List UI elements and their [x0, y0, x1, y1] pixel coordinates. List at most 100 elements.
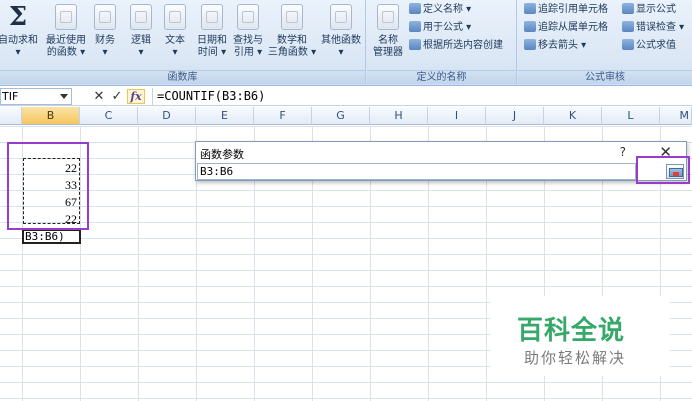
use-in-formula-label: 用于公式 ▾: [423, 22, 472, 33]
recent-label-2: 的函数 ▾: [46, 47, 86, 58]
function-library-group: Σ 自动求和 ▾ 最近使用 的函数 ▾ 财务 ▾ 逻辑 ▾ 文本 ▾ 日期和 时…: [0, 0, 366, 86]
lookup-label: 查找与: [233, 35, 263, 46]
column-header-e[interactable]: E: [196, 107, 254, 125]
active-cell-editor[interactable]: B3:B6): [22, 229, 81, 244]
column-header-k[interactable]: K: [544, 107, 602, 125]
evaluate-formula-icon: [622, 39, 634, 50]
define-name-button[interactable]: 定义名称 ▾: [409, 2, 471, 18]
defined-names-group: 名称 管理器 定义名称 ▾ 用于公式 ▾ 根据所选内容创建 定义的名称: [367, 0, 517, 86]
name-manager-label-2: 管理器: [373, 47, 403, 58]
cancel-icon[interactable]: ✕: [90, 88, 108, 105]
text-dropdown: ▾: [172, 47, 178, 58]
highlight-box-range: [7, 142, 89, 230]
show-formulas-button[interactable]: 显示公式: [622, 2, 676, 18]
name-manager-button[interactable]: 名称 管理器: [371, 2, 405, 66]
sigma-icon: Σ: [8, 2, 28, 32]
watermark-title: 百科全说: [517, 316, 626, 346]
datetime-label-2: 时间 ▾: [197, 47, 227, 58]
trace-precedents-button[interactable]: 追踪引用单元格: [524, 2, 608, 18]
more-functions-dropdown: ▾: [338, 47, 344, 58]
formula-buttons: ✕ ✓ fx: [76, 88, 146, 105]
enter-icon[interactable]: ✓: [108, 88, 126, 105]
evaluate-formula-button[interactable]: 公式求值: [622, 38, 676, 54]
formula-input[interactable]: =COUNTIF(B3:B6): [152, 88, 692, 105]
create-from-selection-icon: [409, 39, 421, 50]
trace-dependents-icon: [524, 21, 536, 32]
error-checking-button[interactable]: 错误检查 ▾: [622, 20, 684, 36]
function-library-label: 函数库: [0, 70, 365, 84]
logical-dropdown: ▾: [138, 47, 144, 58]
watermark-logo: 百科全说 助你轻松解决: [490, 296, 670, 376]
highlight-box-expand: [636, 156, 690, 184]
financial-dropdown: ▾: [102, 47, 108, 58]
formula-auditing-group: 追踪引用单元格 追踪从属单元格 移去箭头 ▾ 显示公式 错误检查 ▾ 公式求值 …: [518, 0, 692, 86]
column-header-g[interactable]: G: [312, 107, 370, 125]
column-header-m[interactable]: M: [660, 107, 692, 125]
recent-label: 最近使用: [46, 35, 86, 46]
insert-function-icon[interactable]: fx: [127, 89, 145, 104]
text-label: 文本: [165, 35, 185, 46]
column-header-f[interactable]: F: [254, 107, 312, 125]
theta-icon: [281, 4, 303, 30]
recent-functions-button[interactable]: 最近使用 的函数 ▾: [42, 2, 90, 66]
formula-auditing-label: 公式审核: [518, 70, 692, 84]
trace-precedents-icon: [524, 3, 536, 14]
column-header-i[interactable]: I: [428, 107, 486, 125]
formula-bar: TIF ✕ ✓ fx =COUNTIF(B3:B6): [0, 87, 692, 106]
function-arguments-dialog: 函数参数 ? ✕ B3:B6: [195, 141, 687, 181]
text-functions-icon: [164, 4, 186, 30]
create-from-selection-button[interactable]: 根据所选内容创建: [409, 38, 503, 54]
text-functions-button[interactable]: 文本 ▾: [162, 2, 188, 66]
column-header-h[interactable]: H: [370, 107, 428, 125]
dialog-title: 函数参数: [200, 148, 244, 161]
math-label: 数学和: [277, 35, 307, 46]
column-header-j[interactable]: J: [486, 107, 544, 125]
error-checking-label: 错误检查 ▾: [636, 22, 685, 33]
autosum-dropdown: ▾: [15, 47, 21, 58]
name-box-value: TIF: [2, 90, 19, 103]
datetime-button[interactable]: 日期和 时间 ▾: [194, 2, 230, 66]
financial-label: 财务: [95, 35, 115, 46]
recent-functions-icon: [55, 4, 77, 30]
name-manager-icon: [377, 4, 399, 30]
financial-button[interactable]: 财务 ▾: [92, 2, 118, 66]
show-formulas-icon: [622, 3, 634, 14]
evaluate-formula-label: 公式求值: [636, 40, 676, 51]
row-header-corner[interactable]: [0, 107, 22, 125]
chevron-down-icon[interactable]: [60, 94, 68, 99]
lookup-label-2: 引用 ▾: [233, 47, 263, 58]
use-in-formula-button[interactable]: 用于公式 ▾: [409, 20, 471, 36]
column-header-d[interactable]: D: [138, 107, 196, 125]
logical-label: 逻辑: [131, 35, 151, 46]
remove-arrows-button[interactable]: 移去箭头 ▾: [524, 38, 586, 54]
name-manager-label: 名称: [378, 35, 398, 46]
logical-button[interactable]: 逻辑 ▾: [128, 2, 154, 66]
column-header-l[interactable]: L: [602, 107, 660, 125]
remove-arrows-label: 移去箭头 ▾: [538, 40, 587, 51]
books-icon: [330, 4, 352, 30]
trace-dependents-label: 追踪从属单元格: [538, 22, 608, 33]
more-functions-label: 其他函数: [321, 35, 361, 46]
more-functions-button[interactable]: 其他函数 ▾: [318, 2, 364, 66]
math-label-2: 三角函数 ▾: [267, 47, 317, 58]
create-from-selection-label: 根据所选内容创建: [423, 40, 503, 51]
column-header-c[interactable]: C: [80, 107, 138, 125]
lookup-reference-button[interactable]: 查找与 引用 ▾: [230, 2, 266, 66]
datetime-label: 日期和: [197, 35, 227, 46]
defined-names-label: 定义的名称: [367, 70, 516, 84]
column-header-b[interactable]: B: [22, 107, 80, 125]
remove-arrows-icon: [524, 39, 536, 50]
math-trig-button[interactable]: 数学和 三角函数 ▾: [266, 2, 318, 66]
name-box[interactable]: TIF: [0, 88, 72, 105]
use-in-formula-icon: [409, 21, 421, 32]
financial-icon: [94, 4, 116, 30]
show-formulas-label: 显示公式: [636, 4, 676, 15]
magnifier-icon: [237, 4, 259, 30]
watermark-subtitle: 助你轻松解决: [524, 349, 627, 367]
error-checking-icon: [622, 21, 634, 32]
trace-dependents-button[interactable]: 追踪从属单元格: [524, 20, 608, 36]
help-icon[interactable]: ?: [620, 145, 626, 159]
define-name-icon: [409, 3, 421, 14]
autosum-button[interactable]: Σ 自动求和 ▾: [0, 2, 40, 66]
range-input[interactable]: B3:B6: [197, 163, 636, 180]
